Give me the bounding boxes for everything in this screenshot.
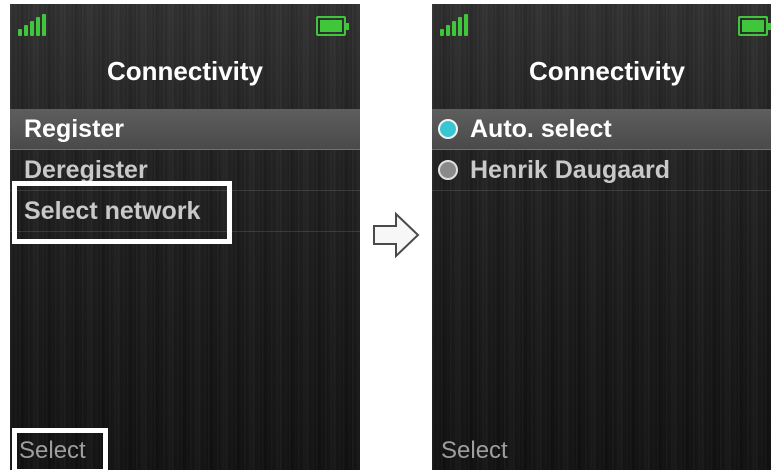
select-network-screen: Connectivity Auto. select Henrik Daugaar…: [432, 4, 771, 470]
radio-unselected-icon: [438, 160, 458, 180]
select-softkey[interactable]: Select: [19, 436, 86, 466]
signal-strength-icon: [18, 14, 52, 36]
page-title: Connectivity: [528, 56, 686, 86]
battery-full-icon: [738, 16, 771, 36]
menu-item-deregister[interactable]: Deregister: [10, 150, 360, 191]
menu-item-register[interactable]: Register: [10, 109, 360, 150]
network-option-henrik-daugaard[interactable]: Henrik Daugaard: [432, 150, 771, 191]
connectivity-menu-screen: Connectivity Register Deregister Select …: [10, 4, 360, 470]
network-option-label: Henrik Daugaard: [470, 155, 671, 184]
network-option-label: Auto. select: [470, 114, 612, 143]
page-title: Connectivity: [106, 56, 264, 86]
signal-strength-icon: [440, 14, 474, 36]
menu-item-label: Register: [24, 114, 125, 143]
menu-item-label: Select network: [24, 196, 201, 225]
menu-item-label: Deregister: [24, 155, 148, 184]
battery-full-icon: [316, 16, 349, 36]
network-option-auto-select[interactable]: Auto. select: [432, 109, 771, 150]
arrow-right-icon: [373, 211, 420, 259]
menu-item-select-network[interactable]: Select network: [10, 191, 360, 232]
radio-selected-icon: [438, 119, 458, 139]
select-softkey[interactable]: Select: [441, 436, 508, 466]
